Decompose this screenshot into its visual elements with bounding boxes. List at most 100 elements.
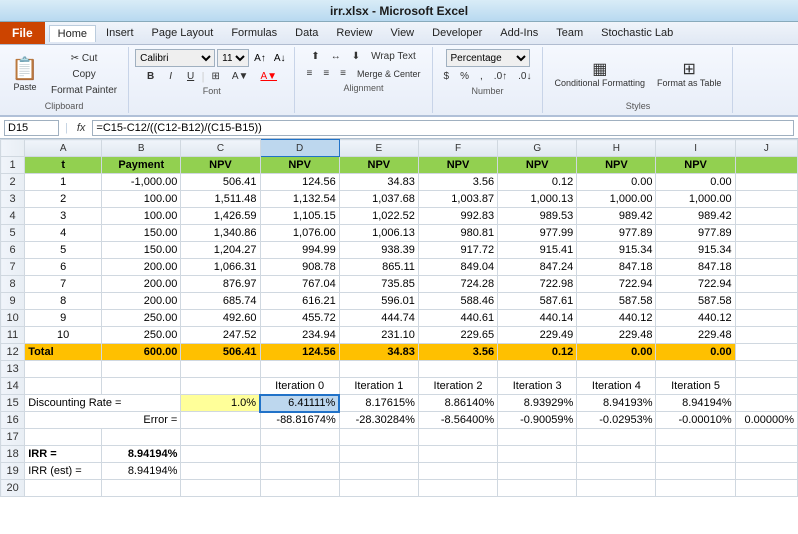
cell-a13[interactable]: [25, 361, 102, 378]
cell-b6[interactable]: 150.00: [102, 242, 181, 259]
cell-f6[interactable]: 917.72: [418, 242, 497, 259]
col-header-g[interactable]: G: [498, 140, 577, 157]
cell-f15[interactable]: 8.86140%: [418, 395, 497, 412]
menu-page-layout[interactable]: Page Layout: [144, 25, 222, 41]
col-header-j[interactable]: J: [735, 140, 797, 157]
col-header-f[interactable]: F: [418, 140, 497, 157]
cell-a10[interactable]: 9: [25, 310, 102, 327]
cell-g2[interactable]: 0.12: [498, 174, 577, 191]
cell-c18[interactable]: [181, 446, 260, 463]
col-header-h[interactable]: H: [577, 140, 656, 157]
cell-d7[interactable]: 908.78: [260, 259, 339, 276]
format-painter-button[interactable]: Format Painter: [46, 83, 122, 98]
cell-d4[interactable]: 1,105.15: [260, 208, 339, 225]
format-as-table-button[interactable]: ⊞ Format as Table: [652, 56, 726, 92]
cell-f14[interactable]: Iteration 2: [418, 378, 497, 395]
border-button[interactable]: ⊞: [206, 69, 224, 84]
cell-b5[interactable]: 150.00: [102, 225, 181, 242]
cell-h3[interactable]: 1,000.00: [577, 191, 656, 208]
cell-i6[interactable]: 915.34: [656, 242, 735, 259]
menu-data[interactable]: Data: [287, 25, 326, 41]
cell-a8[interactable]: 7: [25, 276, 102, 293]
cell-d17[interactable]: [260, 429, 339, 446]
cell-reference-box[interactable]: [4, 120, 59, 136]
cell-i17[interactable]: [656, 429, 735, 446]
col-header-e[interactable]: E: [339, 140, 418, 157]
cell-j12[interactable]: [735, 344, 797, 361]
cell-e7[interactable]: 865.11: [339, 259, 418, 276]
cell-b9[interactable]: 200.00: [102, 293, 181, 310]
cell-j17[interactable]: [735, 429, 797, 446]
paste-button[interactable]: 📋 Paste: [6, 53, 44, 95]
merge-center-button[interactable]: Merge & Center: [352, 67, 426, 81]
cell-h4[interactable]: 989.42: [577, 208, 656, 225]
cell-b1[interactable]: Payment: [102, 157, 181, 174]
cell-b2[interactable]: -1,000.00: [102, 174, 181, 191]
cell-e8[interactable]: 735.85: [339, 276, 418, 293]
cell-e18[interactable]: [339, 446, 418, 463]
align-top-button[interactable]: ⬆: [306, 49, 324, 64]
cell-f17[interactable]: [418, 429, 497, 446]
cell-c16[interactable]: [181, 412, 260, 429]
col-header-a[interactable]: A: [25, 140, 102, 157]
cell-h6[interactable]: 915.34: [577, 242, 656, 259]
cell-b13[interactable]: [102, 361, 181, 378]
cell-c11[interactable]: 247.52: [181, 327, 260, 344]
cell-c7[interactable]: 1,066.31: [181, 259, 260, 276]
cell-f11[interactable]: 229.65: [418, 327, 497, 344]
col-header-c[interactable]: C: [181, 140, 260, 157]
percent-button[interactable]: %: [455, 69, 474, 84]
cell-h9[interactable]: 587.58: [577, 293, 656, 310]
cell-c15[interactable]: 1.0%: [181, 395, 260, 412]
cell-g17[interactable]: [498, 429, 577, 446]
cell-i2[interactable]: 0.00: [656, 174, 735, 191]
cell-g10[interactable]: 440.14: [498, 310, 577, 327]
cell-a18[interactable]: IRR =: [25, 446, 102, 463]
cell-d16[interactable]: -88.81674%: [260, 412, 339, 429]
cell-j19[interactable]: [735, 463, 797, 480]
cell-d13[interactable]: [260, 361, 339, 378]
cell-h18[interactable]: [577, 446, 656, 463]
cell-g18[interactable]: [498, 446, 577, 463]
cell-d5[interactable]: 1,076.00: [260, 225, 339, 242]
cell-a11[interactable]: 10: [25, 327, 102, 344]
cell-e12[interactable]: 34.83: [339, 344, 418, 361]
cell-i3[interactable]: 1,000.00: [656, 191, 735, 208]
col-header-i[interactable]: I: [656, 140, 735, 157]
cell-b3[interactable]: 100.00: [102, 191, 181, 208]
menu-insert[interactable]: Insert: [98, 25, 142, 41]
cell-c12[interactable]: 506.41: [181, 344, 260, 361]
cell-d19[interactable]: [260, 463, 339, 480]
cell-j13[interactable]: [735, 361, 797, 378]
cell-e14[interactable]: Iteration 1: [339, 378, 418, 395]
cell-i12[interactable]: 0.00: [656, 344, 735, 361]
cell-g15[interactable]: 8.93929%: [498, 395, 577, 412]
cell-i5[interactable]: 977.89: [656, 225, 735, 242]
menu-home[interactable]: Home: [49, 25, 96, 42]
cell-h2[interactable]: 0.00: [577, 174, 656, 191]
cell-c13[interactable]: [181, 361, 260, 378]
menu-addins[interactable]: Add-Ins: [492, 25, 546, 41]
align-bottom-button[interactable]: ⬇: [347, 49, 365, 64]
cell-j15[interactable]: [735, 395, 797, 412]
cell-a7[interactable]: 6: [25, 259, 102, 276]
cell-h11[interactable]: 229.48: [577, 327, 656, 344]
cell-g6[interactable]: 915.41: [498, 242, 577, 259]
cell-h15[interactable]: 8.94193%: [577, 395, 656, 412]
file-tab[interactable]: File: [0, 22, 45, 44]
cell-j18[interactable]: [735, 446, 797, 463]
cell-j20[interactable]: [735, 480, 797, 497]
cell-d1[interactable]: NPV: [260, 157, 339, 174]
cell-f7[interactable]: 849.04: [418, 259, 497, 276]
cell-e17[interactable]: [339, 429, 418, 446]
cell-g3[interactable]: 1,000.13: [498, 191, 577, 208]
cell-a15[interactable]: Discounting Rate =: [25, 395, 181, 412]
cell-d15[interactable]: 6.41111%: [260, 395, 339, 412]
cell-a5[interactable]: 4: [25, 225, 102, 242]
cell-c8[interactable]: 876.97: [181, 276, 260, 293]
cell-c2[interactable]: 506.41: [181, 174, 260, 191]
cell-j3[interactable]: [735, 191, 797, 208]
cell-a16[interactable]: Error =: [25, 412, 181, 429]
cell-b18[interactable]: 8.94194%: [102, 446, 181, 463]
cell-f19[interactable]: [418, 463, 497, 480]
